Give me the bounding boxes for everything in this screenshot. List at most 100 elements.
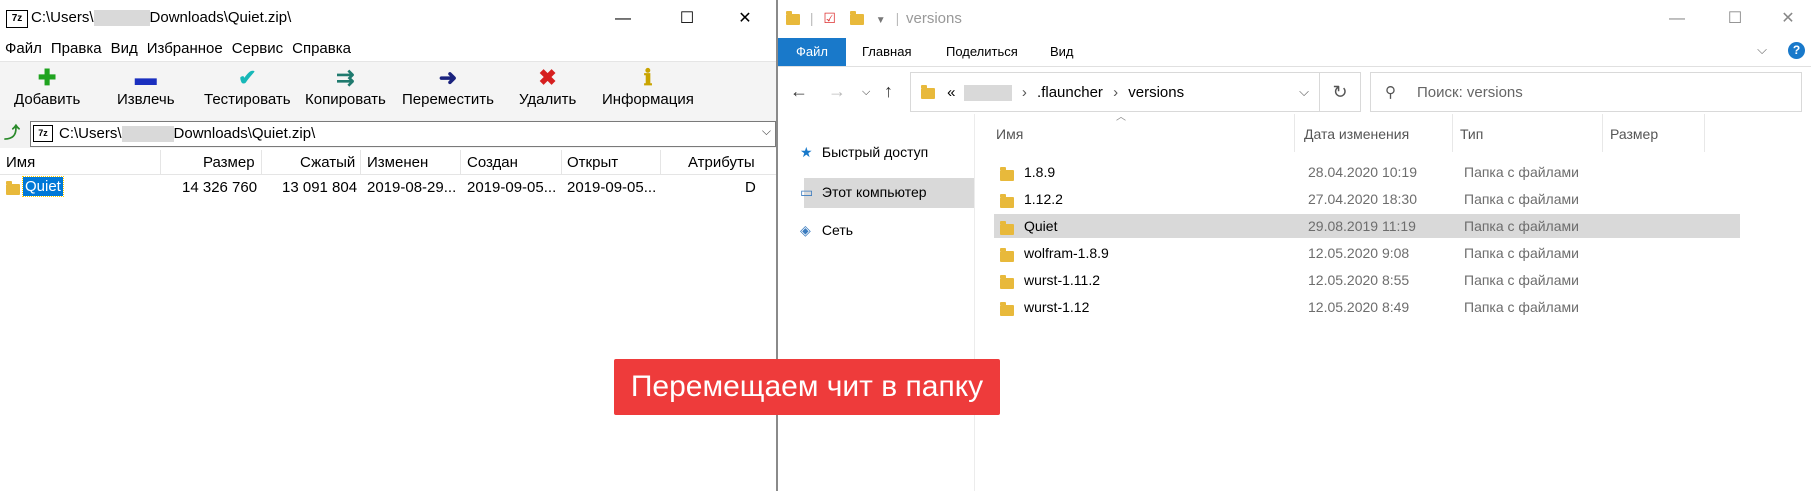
nav-this-pc[interactable]: ▭ Этот компьютер	[800, 184, 927, 201]
add-button[interactable]: ✚ Добавить	[14, 65, 80, 108]
item-type: Папка с файлами	[1464, 245, 1579, 261]
move-button[interactable]: ➜ Переместить	[402, 65, 494, 108]
explorer-titlebar[interactable]: | ☑ ▼ | versions — ☐ ✕	[778, 0, 1811, 38]
minimize-button[interactable]: —	[600, 0, 646, 37]
star-icon: ★	[800, 144, 813, 160]
item-date: 12.05.2020 8:49	[1308, 299, 1410, 315]
properties-check-icon[interactable]: ☑	[823, 10, 836, 26]
maximize-button[interactable]: ☐	[1712, 0, 1758, 37]
caption-banner: Перемещаем чит в папку	[614, 359, 1000, 415]
extract-button[interactable]: ▬ Извлечь	[117, 65, 175, 108]
col-name[interactable]: Имя	[6, 154, 35, 171]
folder-up-icon[interactable]: ⤴	[2, 124, 22, 144]
minus-icon: ▬	[134, 65, 157, 90]
menu-edit[interactable]: Правка	[46, 37, 106, 61]
search-icon: ⚲	[1385, 84, 1396, 101]
col-attributes[interactable]: Атрибуты	[688, 154, 755, 171]
delete-button[interactable]: ✖ Удалить	[519, 65, 576, 108]
tab-share[interactable]: Поделиться	[946, 38, 1018, 66]
sevenzip-window: 7z C:\Users\ Downloads\Quiet.zip\ — ☐ ✕ Ф…	[0, 0, 776, 491]
file-list: ︿ Имя Дата изменения Тип Размер 1.8.9 28…	[974, 112, 1811, 491]
folder-icon	[1000, 194, 1014, 209]
address-overflow[interactable]: «	[947, 84, 955, 101]
breadcrumb-flauncher[interactable]: .flauncher	[1037, 84, 1103, 101]
menu-favorites[interactable]: Избранное	[142, 37, 227, 61]
refresh-button[interactable]: ↻	[1320, 72, 1361, 112]
nav-network[interactable]: ◈ Сеть	[800, 222, 853, 239]
item-date: 12.05.2020 8:55	[1308, 272, 1410, 288]
minimize-button[interactable]: —	[1654, 0, 1700, 37]
breadcrumb-versions[interactable]: versions	[1128, 84, 1184, 101]
list-item[interactable]: wurst-1.11.2 12.05.2020 8:55 Папка с фай…	[994, 268, 1740, 292]
info-button[interactable]: ℹ Информация	[602, 65, 694, 108]
help-icon[interactable]: ?	[1788, 42, 1805, 59]
col-accessed[interactable]: Открыт	[567, 154, 618, 171]
table-row[interactable]: Quiet 14 326 760 13 091 804 2019-08-29..…	[0, 176, 776, 198]
sevenzip-titlebar[interactable]: 7z C:\Users\ Downloads\Quiet.zip\ — ☐ ✕	[0, 0, 776, 37]
menu-view[interactable]: Вид	[106, 37, 142, 61]
col-name[interactable]: Имя	[996, 126, 1023, 142]
tab-view[interactable]: Вид	[1050, 38, 1074, 66]
row-accessed: 2019-09-05...	[567, 179, 657, 196]
folder-icon	[1000, 248, 1014, 263]
maximize-button[interactable]: ☐	[664, 0, 710, 37]
folder-icon	[921, 84, 935, 99]
sevenzip-column-header: Имя Размер Сжатый Изменен Создан Открыт …	[0, 150, 776, 175]
item-name: 1.8.9	[1024, 164, 1056, 180]
list-item[interactable]: 1.12.2 27.04.2020 18:30 Папка с файлами	[994, 187, 1740, 211]
row-name-selected[interactable]: Quiet	[22, 176, 64, 197]
nav-quick-access[interactable]: ★ Быстрый доступ	[800, 144, 928, 161]
col-modified[interactable]: Изменен	[367, 154, 428, 171]
tab-home[interactable]: Главная	[862, 38, 911, 66]
menu-tools[interactable]: Сервис	[227, 37, 287, 61]
col-created[interactable]: Создан	[467, 154, 518, 171]
title-path-suffix: Downloads\Quiet.zip\	[149, 9, 292, 26]
up-arrow-icon[interactable]: ↑	[884, 81, 893, 102]
item-type: Папка с файлами	[1464, 272, 1579, 288]
search-placeholder: Поиск: versions	[1417, 84, 1523, 101]
item-name: wurst-1.12	[1024, 299, 1090, 315]
redacted-username	[963, 85, 1012, 102]
nav-network-label: Сеть	[821, 222, 854, 238]
forward-arrow-icon[interactable]: →	[828, 81, 846, 102]
list-item[interactable]: 1.8.9 28.04.2020 10:19 Папка с файлами	[994, 160, 1740, 184]
sevenzip-title: C:\Users\ Downloads\Quiet.zip\	[31, 9, 292, 27]
copy-label: Копировать	[305, 91, 386, 108]
list-item-selected[interactable]: Quiet 29.08.2019 11:19 Папка с файлами	[994, 214, 1740, 238]
item-date: 12.05.2020 9:08	[1308, 245, 1410, 261]
test-button[interactable]: ✔ Тестировать	[204, 65, 291, 108]
list-item[interactable]: wolfram-1.8.9 12.05.2020 9:08 Папка с фа…	[994, 241, 1740, 265]
item-date: 29.08.2019 11:19	[1308, 218, 1416, 234]
info-label: Информация	[602, 91, 694, 108]
back-arrow-icon[interactable]: ←	[790, 81, 808, 102]
tab-file[interactable]: Файл	[778, 38, 846, 66]
nav-quick-access-label: Быстрый доступ	[821, 144, 929, 160]
list-item[interactable]: wurst-1.12 12.05.2020 8:49 Папка с файла…	[994, 295, 1740, 319]
chevron-down-icon[interactable]: ⌵	[762, 124, 771, 139]
folder-icon	[786, 10, 800, 25]
close-button[interactable]: ✕	[722, 0, 768, 37]
col-size[interactable]: Размер	[1610, 126, 1658, 142]
address-input[interactable]: 7z C:\Users\ Downloads\Quiet.zip\ ⌵	[30, 121, 776, 147]
col-size[interactable]: Размер	[203, 154, 255, 171]
new-folder-icon[interactable]	[849, 10, 864, 25]
col-packed[interactable]: Сжатый	[300, 154, 355, 171]
close-button[interactable]: ✕	[1765, 0, 1811, 37]
customize-dropdown-icon[interactable]: ▼	[876, 15, 886, 26]
col-type[interactable]: Тип	[1460, 126, 1483, 142]
item-type: Папка с файлами	[1464, 299, 1579, 315]
ribbon: Файл Главная Поделиться Вид ⌵ ?	[778, 38, 1811, 67]
col-date[interactable]: Дата изменения	[1304, 126, 1409, 142]
search-input[interactable]: ⚲ Поиск: versions	[1370, 72, 1802, 112]
menu-help[interactable]: Справка	[287, 37, 355, 61]
item-name: wurst-1.11.2	[1024, 272, 1100, 288]
ribbon-expand-chevron-icon[interactable]: ⌵	[1757, 42, 1767, 58]
recent-dropdown-icon[interactable]: ⌵	[862, 86, 870, 99]
address-bar[interactable]: « › .flauncher › versions ⌵	[910, 72, 1320, 112]
chevron-down-icon[interactable]: ⌵	[1299, 84, 1309, 100]
address-prefix: C:\Users\	[59, 125, 122, 142]
item-type: Папка с файлами	[1464, 191, 1579, 207]
menu-file[interactable]: Файл	[0, 37, 46, 61]
copy-button[interactable]: ⇉ Копировать	[305, 65, 386, 108]
sevenzip-addressbar: ⤴ 7z C:\Users\ Downloads\Quiet.zip\ ⌵	[0, 120, 776, 148]
